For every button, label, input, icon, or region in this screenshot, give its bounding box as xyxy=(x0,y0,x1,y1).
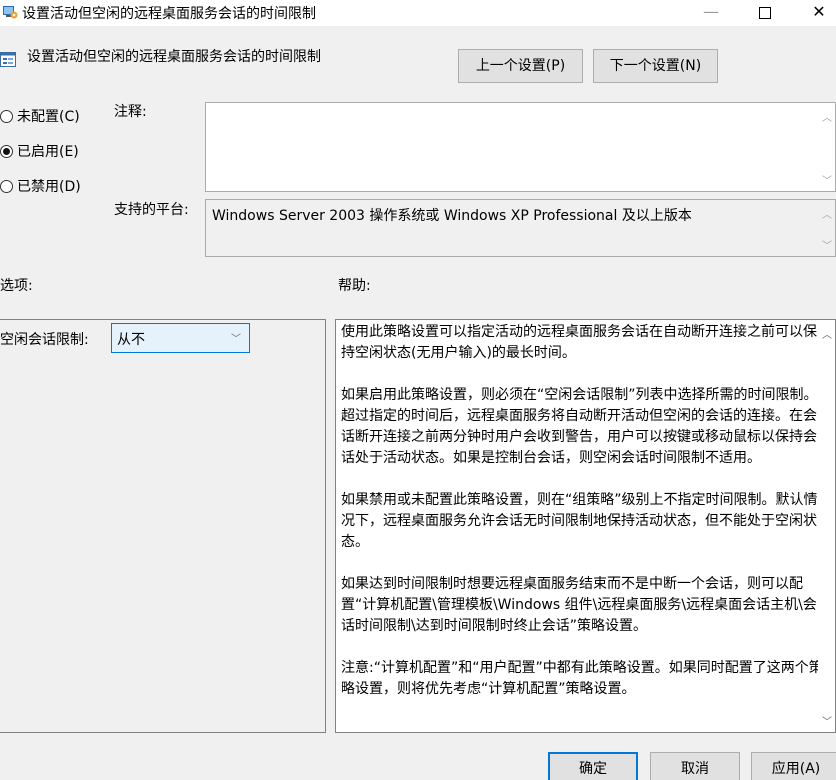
minimize-button[interactable]: — xyxy=(688,0,734,26)
radio-label: 已禁用(D) xyxy=(17,179,81,195)
options-pane xyxy=(0,319,326,733)
close-button[interactable]: ✕ xyxy=(796,0,836,26)
options-label: 选项: xyxy=(0,278,33,294)
help-pane: 使用此策略设置可以指定活动的远程桌面服务会话在自动断开连接之前可以保持空闲状态(… xyxy=(335,319,836,733)
scroll-down-icon[interactable]: ﹀ xyxy=(822,713,832,728)
platform-scrollbar[interactable]: ︿ ﹀ xyxy=(818,200,835,256)
platform-value: Windows Server 2003 操作系统或 Windows XP Pro… xyxy=(212,208,692,224)
idle-limit-dropdown[interactable]: 从不 ﹀ xyxy=(111,323,250,353)
help-text: 使用此策略设置可以指定活动的远程桌面服务会话在自动断开连接之前可以保持空闲状态(… xyxy=(341,322,824,721)
radio-label: 未配置(C) xyxy=(17,109,80,125)
apply-button[interactable]: 应用(A) xyxy=(751,752,836,780)
comment-label: 注释: xyxy=(114,104,147,120)
radio-button[interactable] xyxy=(0,145,13,158)
radio-button[interactable] xyxy=(0,180,13,193)
help-label: 帮助: xyxy=(338,278,371,294)
cancel-button[interactable]: 取消 xyxy=(650,752,740,780)
radio-button[interactable] xyxy=(0,110,13,123)
radio-not-configured[interactable]: 未配置(C) xyxy=(0,106,80,126)
title-bar: 设置活动但空闲的远程桌面服务会话的时间限制 — ✕ xyxy=(0,0,836,26)
scroll-down-icon[interactable]: ﹀ xyxy=(822,172,832,187)
maximize-icon xyxy=(759,6,771,19)
next-setting-button[interactable]: 下一个设置(N) xyxy=(593,49,718,83)
policy-settings-icon xyxy=(2,4,18,20)
comment-textarea[interactable]: ︿ ﹀ xyxy=(205,102,836,192)
scroll-up-icon[interactable]: ︿ xyxy=(822,206,832,221)
scroll-up-icon[interactable]: ︿ xyxy=(822,326,832,341)
help-paragraph: 如果启用此策略设置，则必须在“空闲会话限制”列表中选择所需的时间限制。超过指定的… xyxy=(341,387,818,466)
idle-limit-value: 从不 xyxy=(117,332,145,348)
scroll-up-icon[interactable]: ︿ xyxy=(822,109,832,124)
platform-label: 支持的平台: xyxy=(114,202,189,218)
radio-disabled[interactable]: 已禁用(D) xyxy=(0,176,81,196)
setting-name: 设置活动但空闲的远程桌面服务会话的时间限制 xyxy=(27,49,321,65)
comment-scrollbar[interactable]: ︿ ﹀ xyxy=(818,103,835,191)
idle-limit-label: 空闲会话限制: xyxy=(0,332,89,348)
window-title: 设置活动但空闲的远程桌面服务会话的时间限制 xyxy=(22,6,316,22)
ok-button[interactable]: 确定 xyxy=(548,752,638,780)
platform-box: Windows Server 2003 操作系统或 Windows XP Pro… xyxy=(205,199,836,257)
help-paragraph: 使用此策略设置可以指定活动的远程桌面服务会话在自动断开连接之前可以保持空闲状态(… xyxy=(341,324,817,361)
maximize-button[interactable] xyxy=(742,0,788,26)
help-scrollbar[interactable]: ︿ ﹀ xyxy=(818,320,835,732)
chevron-down-icon: ﹀ xyxy=(231,334,241,345)
help-paragraph: 如果禁用或未配置此策略设置，则在“组策略”级别上不指定时间限制。默认情况下，远程… xyxy=(341,492,818,550)
previous-setting-button[interactable]: 上一个设置(P) xyxy=(458,49,583,83)
scroll-down-icon[interactable]: ﹀ xyxy=(822,237,832,252)
help-paragraph: 如果达到时间限制时想要远程桌面服务结束而不是中断一个会话，则可以配置“计算机配置… xyxy=(341,576,817,634)
radio-enabled[interactable]: 已启用(E) xyxy=(0,141,79,161)
help-paragraph: 注意:“计算机配置”和“用户配置”中都有此策略设置。如果同时配置了这两个策略设置… xyxy=(341,660,823,697)
radio-label: 已启用(E) xyxy=(17,144,79,160)
setting-icon xyxy=(0,51,17,68)
